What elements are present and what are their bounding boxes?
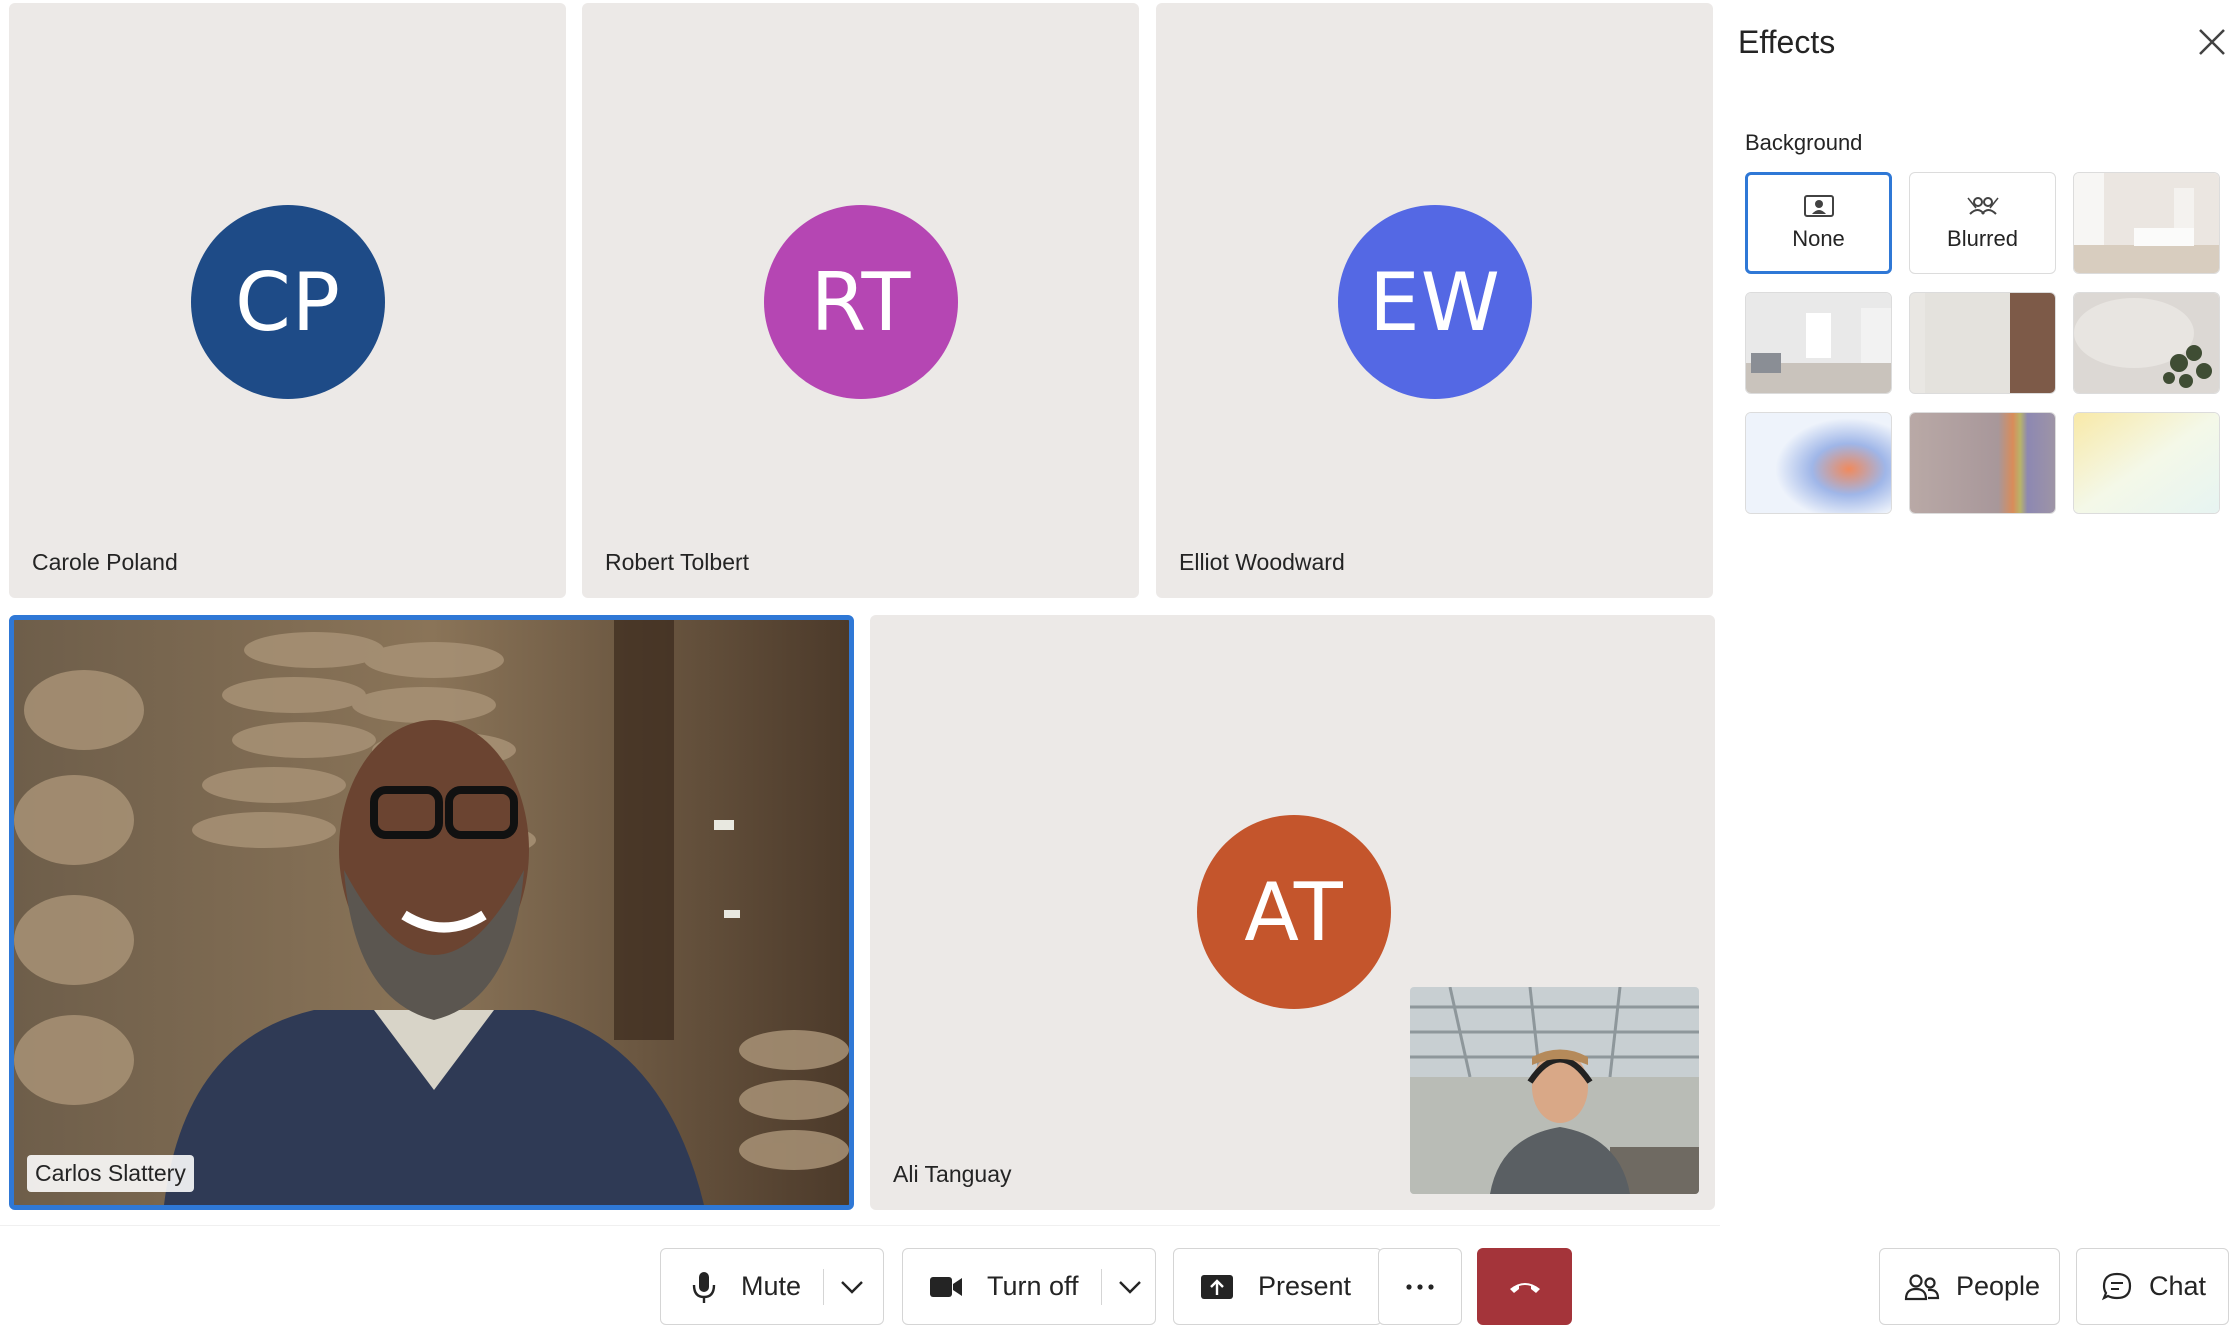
- avatar: AT: [1197, 815, 1391, 1009]
- effects-panel-title: Effects: [1738, 24, 1836, 60]
- participant-tile-carlos-video[interactable]: Carlos Slattery: [9, 615, 854, 1210]
- participant-tile-elliot[interactable]: EW Elliot Woodward: [1156, 3, 1713, 598]
- participant-name: Robert Tolbert: [605, 549, 750, 575]
- split-divider: [1100, 1268, 1102, 1305]
- chat-label: Chat: [2149, 1271, 2207, 1301]
- mute-button[interactable]: Mute: [660, 1248, 884, 1325]
- people-label: People: [1956, 1271, 2041, 1301]
- background-section-label: Background: [1745, 130, 1863, 155]
- blur-person-icon: [1966, 197, 1999, 215]
- background-option-plant[interactable]: [2073, 292, 2220, 394]
- participant-video: [14, 620, 849, 1205]
- person-frame-icon: [1803, 195, 1834, 217]
- background-option-rainbow[interactable]: [1909, 412, 2056, 514]
- rainbow-image: [1910, 413, 2055, 513]
- people-icon: [1904, 1273, 1940, 1300]
- background-option-living-room[interactable]: [1745, 292, 1892, 394]
- share-screen-icon: [1201, 1274, 1233, 1299]
- living-room-image: [1746, 293, 1891, 393]
- background-option-none[interactable]: None: [1745, 172, 1892, 274]
- chat-button[interactable]: Chat: [2076, 1248, 2229, 1325]
- hang-up-icon: [1509, 1282, 1540, 1293]
- self-view-image: [1410, 987, 1699, 1194]
- participant-name: Carlos Slattery: [27, 1155, 194, 1192]
- more-icon: [1406, 1283, 1434, 1290]
- chevron-down-icon[interactable]: [1118, 1280, 1142, 1294]
- background-option-blue-gradient[interactable]: [1745, 412, 1892, 514]
- blue-gradient-image: [1746, 413, 1891, 513]
- mute-label: Mute: [741, 1271, 802, 1301]
- microphone-icon: [692, 1271, 716, 1303]
- self-view-video[interactable]: [1410, 987, 1699, 1194]
- background-option-bedroom[interactable]: [2073, 172, 2220, 274]
- camera-button[interactable]: Turn off: [902, 1248, 1156, 1325]
- avatar: RT: [764, 205, 958, 399]
- toolbar-divider: [0, 1225, 1720, 1226]
- avatar: CP: [191, 205, 385, 399]
- background-option-blurred[interactable]: Blurred: [1909, 172, 2056, 274]
- avatar: EW: [1338, 205, 1532, 399]
- bedroom-image: [2074, 173, 2219, 273]
- split-divider: [823, 1268, 825, 1305]
- video-camera-icon: [930, 1276, 962, 1297]
- present-label: Present: [1258, 1271, 1352, 1301]
- close-icon[interactable]: [2196, 26, 2228, 58]
- participant-name: Carole Poland: [32, 549, 178, 575]
- participant-tile-ali[interactable]: AT Ali Tanguay: [870, 615, 1715, 1210]
- participant-name: Ali Tanguay: [893, 1161, 1012, 1187]
- chevron-down-icon[interactable]: [840, 1280, 864, 1294]
- participant-tile-carole[interactable]: CP Carole Poland: [9, 3, 566, 598]
- people-button[interactable]: People: [1879, 1248, 2060, 1325]
- option-label: None: [1792, 226, 1845, 251]
- option-label: Blurred: [1947, 226, 2018, 251]
- pastel-gradient-image: [2074, 413, 2219, 513]
- background-option-pastel-gradient[interactable]: [2073, 412, 2220, 514]
- chat-icon: [2101, 1272, 2132, 1300]
- camera-label: Turn off: [987, 1271, 1079, 1301]
- leave-call-button[interactable]: [1477, 1248, 1572, 1325]
- participant-tile-robert[interactable]: RT Robert Tolbert: [582, 3, 1139, 598]
- bathroom-mirror-image: [1910, 293, 2055, 393]
- background-option-bathroom[interactable]: [1909, 292, 2056, 394]
- plant-wall-image: [2074, 293, 2219, 393]
- participant-name: Elliot Woodward: [1179, 549, 1345, 575]
- present-button[interactable]: Present: [1173, 1248, 1382, 1325]
- more-options-button[interactable]: [1378, 1248, 1462, 1325]
